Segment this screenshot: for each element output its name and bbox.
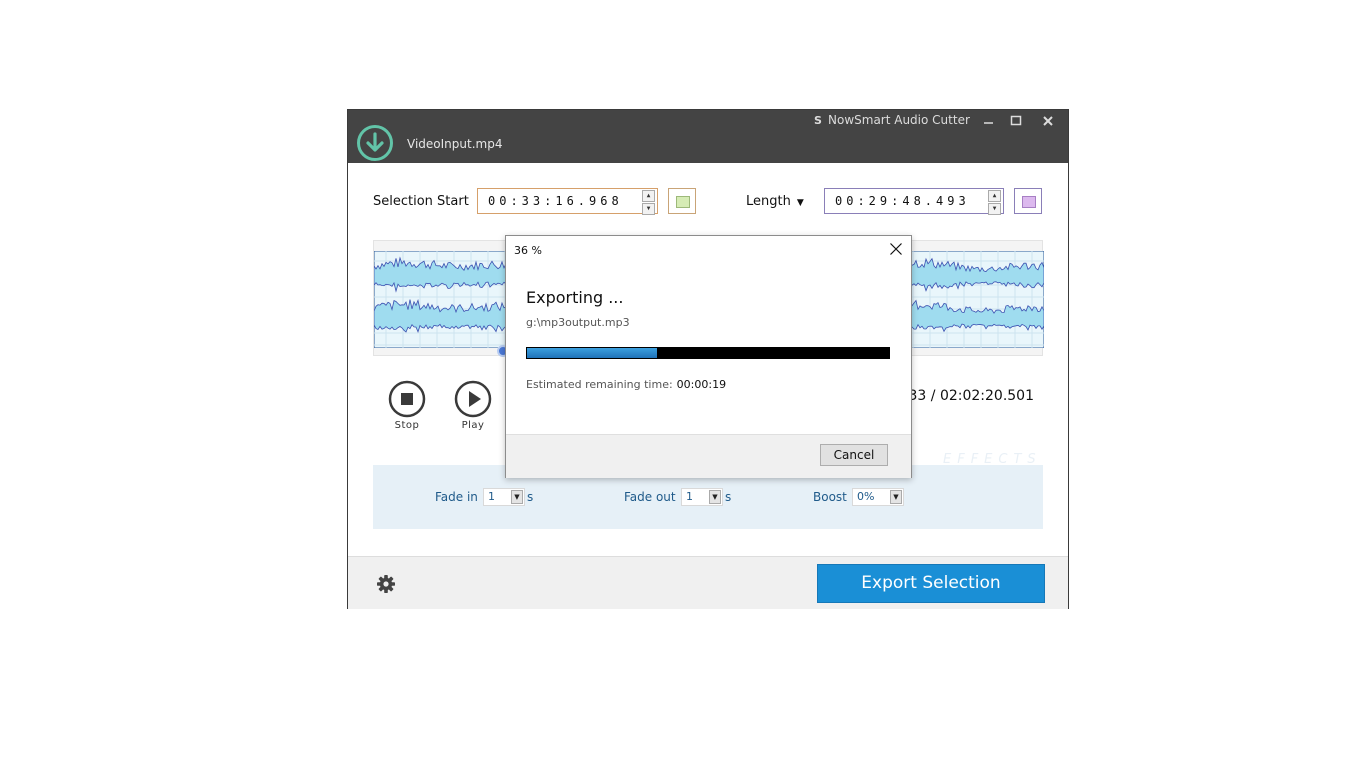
play-icon (469, 391, 481, 407)
length-input[interactable]: 00:29:48.493 ▲ ▼ (824, 188, 1004, 215)
length-color-button[interactable] (1014, 188, 1042, 214)
progress-bar (526, 347, 890, 359)
cancel-button[interactable]: Cancel (820, 444, 888, 466)
boost-select[interactable]: 0% ▼ (852, 488, 904, 506)
fade-out-value: 1 (686, 490, 693, 503)
minimize-icon (984, 122, 993, 124)
fade-out-label: Fade out (624, 490, 676, 504)
remaining-label: Estimated remaining time: (526, 378, 673, 391)
length-dropdown[interactable]: Length ▼ (746, 194, 804, 209)
fade-in-value: 1 (488, 490, 495, 503)
fade-in-label: Fade in (435, 490, 478, 504)
selection-start-stepper[interactable]: ▲ ▼ (642, 190, 655, 215)
gear-icon[interactable] (376, 574, 396, 594)
selection-start-value: 00:33:16.968 (488, 194, 623, 208)
remaining-value: 00:00:19 (676, 378, 727, 391)
file-name: VideoInput.mp4 (407, 137, 503, 151)
download-icon[interactable] (356, 124, 394, 162)
fade-out-unit: s (725, 490, 732, 504)
app-title: S NowSmart Audio Cutter (814, 113, 970, 127)
play-label: Play (461, 420, 485, 431)
dropdown-arrow-icon[interactable]: ▼ (890, 490, 902, 504)
stop-icon (401, 393, 413, 405)
spin-up-icon[interactable]: ▲ (642, 190, 655, 202)
dialog-close-icon[interactable] (889, 242, 903, 256)
app-title-text: NowSmart Audio Cutter (828, 113, 970, 127)
spin-up-icon[interactable]: ▲ (988, 190, 1001, 202)
close-button[interactable] (1036, 112, 1060, 130)
spin-down-icon[interactable]: ▼ (642, 203, 655, 215)
selection-start-input[interactable]: 00:33:16.968 ▲ ▼ (477, 188, 658, 215)
color-swatch (1022, 196, 1036, 208)
export-selection-button[interactable]: Export Selection (817, 564, 1045, 603)
spin-down-icon[interactable]: ▼ (988, 203, 1001, 215)
dialog-footer: Cancel (506, 434, 911, 478)
maximize-button[interactable] (1004, 112, 1028, 130)
stop-button[interactable] (388, 380, 426, 418)
caret-down-icon: ▼ (796, 198, 804, 208)
close-icon (1043, 116, 1053, 126)
time-counter: 33 / 02:02:20.501 (908, 388, 1034, 404)
start-color-button[interactable] (668, 188, 696, 214)
length-label: Length (746, 194, 791, 209)
stop-label: Stop (394, 420, 420, 431)
export-progress-dialog: 36 % Exporting ... g:\mp3output.mp3 Esti… (505, 235, 912, 478)
output-path: g:\mp3output.mp3 (526, 316, 630, 329)
fade-out-select[interactable]: 1 ▼ (681, 488, 723, 506)
bottom-bar: Export Selection (348, 556, 1068, 609)
fade-in-select[interactable]: 1 ▼ (483, 488, 525, 506)
remaining-time: Estimated remaining time: 00:00:19 (526, 378, 726, 391)
length-stepper[interactable]: ▲ ▼ (988, 190, 1001, 215)
dropdown-arrow-icon[interactable]: ▼ (511, 490, 523, 504)
title-bar[interactable]: VideoInput.mp4 S NowSmart Audio Cutter (348, 110, 1068, 163)
progress-fill (527, 348, 657, 358)
maximize-icon (1010, 115, 1022, 126)
boost-value: 0% (857, 490, 875, 503)
minimize-button[interactable] (976, 112, 1000, 130)
play-button[interactable] (454, 380, 492, 418)
selection-start-label: Selection Start (373, 194, 469, 209)
dialog-title: 36 % (514, 244, 542, 257)
app-logo-icon: S (814, 114, 822, 127)
boost-label: Boost (813, 490, 847, 504)
length-value: 00:29:48.493 (835, 194, 970, 208)
color-swatch (676, 196, 690, 208)
dropdown-arrow-icon[interactable]: ▼ (709, 490, 721, 504)
fade-in-unit: s (527, 490, 534, 504)
dialog-heading: Exporting ... (526, 288, 624, 307)
